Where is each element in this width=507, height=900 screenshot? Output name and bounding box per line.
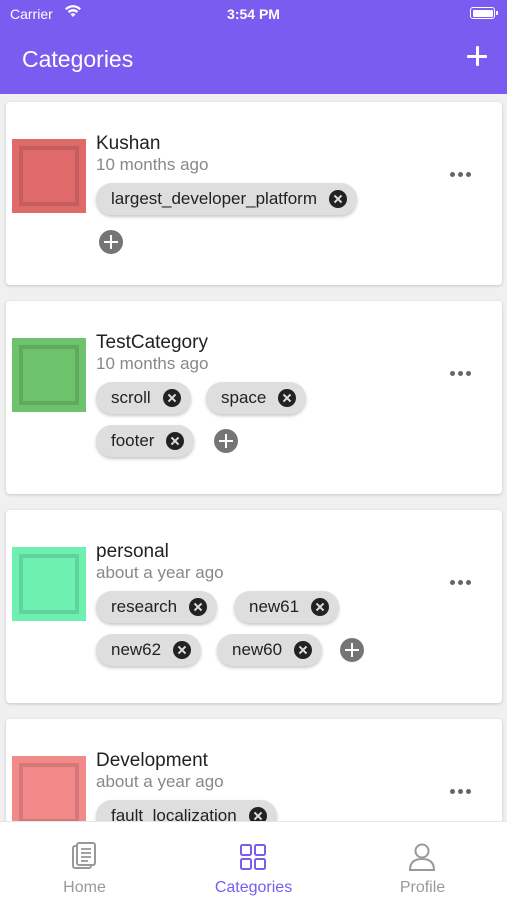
- tag-label: new62: [111, 640, 162, 659]
- tag-chip[interactable]: new61: [234, 591, 340, 623]
- nav-categories-label: Categories: [214, 879, 293, 896]
- remove-tag-icon[interactable]: [162, 389, 181, 407]
- tag-label: research: [111, 597, 178, 616]
- category-card[interactable]: personal about a year ago research new61…: [6, 510, 502, 703]
- nav-home-label: Home: [63, 879, 106, 896]
- remove-tag-icon[interactable]: [311, 598, 330, 616]
- tag-chip[interactable]: new62: [96, 634, 202, 666]
- status-time: 3:54 PM: [227, 6, 280, 22]
- battery-icon: [470, 7, 498, 19]
- category-card[interactable]: Kushan 10 months ago largest_developer_p…: [6, 102, 502, 285]
- category-name: TestCategory: [96, 332, 208, 353]
- tag-chip[interactable]: space: [206, 382, 307, 414]
- category-list[interactable]: Kushan 10 months ago largest_developer_p…: [0, 94, 507, 821]
- remove-tag-icon[interactable]: [294, 641, 313, 659]
- category-name: Kushan: [96, 133, 161, 154]
- app-header: Carrier 3:54 PM Categories: [0, 0, 507, 94]
- tag-chip[interactable]: new60: [217, 634, 323, 666]
- nav-categories[interactable]: Categories: [169, 822, 338, 900]
- status-bar: Carrier 3:54 PM: [0, 0, 507, 28]
- remove-tag-icon[interactable]: [189, 598, 208, 616]
- tag-label: scroll: [111, 388, 151, 407]
- tag-chip[interactable]: fault_localization: [96, 800, 277, 821]
- category-color-swatch: [12, 139, 86, 213]
- bottom-navigation: Home Categories Profile: [0, 821, 507, 900]
- nav-home[interactable]: Home: [0, 822, 169, 900]
- add-tag-icon[interactable]: [99, 230, 123, 254]
- add-tag-icon[interactable]: [340, 638, 364, 662]
- tag-chip[interactable]: largest_developer_platform: [96, 183, 358, 215]
- category-color-swatch: [12, 756, 86, 821]
- category-card[interactable]: Development about a year ago fault_local…: [6, 719, 502, 821]
- person-icon: [408, 843, 436, 871]
- category-time: 10 months ago: [96, 354, 209, 373]
- remove-tag-icon[interactable]: [166, 432, 185, 450]
- tag-label: new60: [232, 640, 283, 659]
- grid-icon: [240, 844, 266, 870]
- category-name: personal: [96, 541, 169, 562]
- nav-profile-label: Profile: [399, 879, 446, 896]
- add-category-button[interactable]: [465, 44, 489, 68]
- category-name: Development: [96, 750, 208, 771]
- tag-label: new61: [249, 597, 300, 616]
- add-tag-icon[interactable]: [214, 429, 238, 453]
- category-color-swatch: [12, 338, 86, 412]
- document-icon: [72, 842, 96, 869]
- tag-label: footer: [111, 431, 155, 450]
- category-time: about a year ago: [96, 772, 224, 791]
- more-options-icon[interactable]: [450, 789, 472, 795]
- tag-label: fault_localization: [111, 806, 237, 821]
- page-title: Categories: [22, 46, 134, 72]
- category-color-swatch: [12, 547, 86, 621]
- category-time: 10 months ago: [96, 155, 209, 174]
- category-time: about a year ago: [96, 563, 224, 582]
- remove-tag-icon[interactable]: [278, 389, 297, 407]
- more-options-icon[interactable]: [450, 172, 472, 178]
- tag-label: largest_developer_platform: [111, 189, 318, 208]
- remove-tag-icon[interactable]: [248, 807, 267, 821]
- nav-profile[interactable]: Profile: [338, 822, 507, 900]
- more-options-icon[interactable]: [450, 580, 472, 586]
- tag-chip[interactable]: research: [96, 591, 218, 623]
- tag-chip[interactable]: footer: [96, 425, 195, 457]
- remove-tag-icon[interactable]: [329, 190, 348, 208]
- remove-tag-icon[interactable]: [173, 641, 192, 659]
- category-card[interactable]: TestCategory 10 months ago scroll space …: [6, 301, 502, 494]
- more-options-icon[interactable]: [450, 371, 472, 377]
- tag-chip[interactable]: scroll: [96, 382, 191, 414]
- tag-label: space: [221, 388, 267, 407]
